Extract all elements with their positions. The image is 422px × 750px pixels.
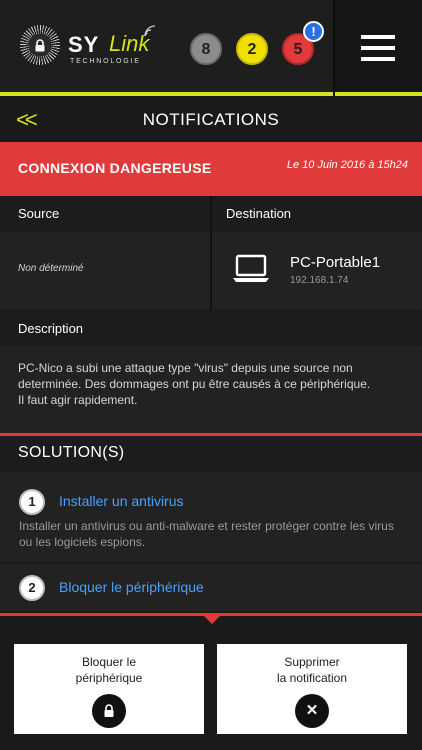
logo-emblem <box>20 25 60 65</box>
destination-ip: 192.168.1.74 <box>290 275 349 286</box>
description-line: determinée. Des dommages ont pu être cau… <box>18 377 371 391</box>
lock-icon <box>35 39 45 52</box>
menu-bar-bottom <box>361 57 395 61</box>
destination-header: Destination <box>212 196 422 232</box>
source-panel: Non déterminé <box>0 232 210 310</box>
notification-banner: CONNEXION DANGEREUSE Le 10 Juin 2016 à 1… <box>0 142 422 196</box>
menu-bar-middle <box>361 46 395 50</box>
button-label-line: Supprimer <box>284 655 340 669</box>
badge-medium-count[interactable]: 2 <box>236 33 268 65</box>
solution-description: Installer un antivirus ou anti-malware e… <box>19 519 394 549</box>
source-header: Source <box>0 196 210 232</box>
app-header: SY Link TECHNOLOGIE 8 2 5 ! <box>0 0 422 96</box>
page-title: NOTIFICATIONS <box>142 110 280 129</box>
button-label-line: la notification <box>276 671 348 685</box>
button-label-line: Bloquer le <box>81 655 137 669</box>
alert-indicator-icon: ! <box>303 21 324 42</box>
section-divider-notch <box>204 616 220 624</box>
wifi-icon <box>144 25 156 37</box>
badge-low-count[interactable]: 8 <box>190 33 222 65</box>
notification-date: Le 10 Juin 2016 à 15h24 <box>286 159 408 171</box>
solutions-header: SOLUTION(S) <box>0 436 422 470</box>
description-line: Il faut agir rapidement. <box>18 393 138 407</box>
block-device-label: Bloquer le périphérique <box>14 654 204 686</box>
lock-icon <box>92 694 126 728</box>
block-device-button[interactable]: Bloquer le périphérique <box>14 644 204 734</box>
destination-name: PC-Portable1 <box>290 254 381 271</box>
delete-notification-label: Supprimer la notification <box>217 654 407 686</box>
action-bar: Bloquer le périphérique Supprimer la not… <box>0 626 422 750</box>
description-header: Description <box>0 312 422 346</box>
sylink-logo[interactable]: SY Link TECHNOLOGIE <box>20 25 156 69</box>
menu-button[interactable] <box>361 35 395 61</box>
description-text: PC-Nico a subi une attaque type "virus" … <box>0 346 422 433</box>
delete-notification-button[interactable]: Supprimer la notification ✕ <box>217 644 407 734</box>
menu-bar-top <box>361 35 395 39</box>
solution-link-install-antivirus[interactable]: Installer un antivirus <box>59 493 184 509</box>
source-value: Non déterminé <box>18 263 84 274</box>
title-bar: << NOTIFICATIONS <box>0 96 422 142</box>
logo-subtitle: TECHNOLOGIE <box>70 58 141 65</box>
button-label-line: périphérique <box>75 671 143 685</box>
header-divider <box>333 0 335 96</box>
laptop-icon <box>233 254 269 282</box>
solution-number: 1 <box>19 489 45 515</box>
solution-link-block-device[interactable]: Bloquer le périphérique <box>59 579 204 595</box>
solution-number: 2 <box>19 575 45 601</box>
logo-text-primary: SY <box>68 32 100 57</box>
solution-item: 2 Bloquer le périphérique <box>0 564 422 612</box>
close-icon: ✕ <box>295 694 329 728</box>
description-line: PC-Nico a subi une attaque type "virus" … <box>18 361 353 375</box>
notification-type: CONNEXION DANGEREUSE <box>18 160 212 176</box>
solution-item: 1 Installer un antivirus Installer un an… <box>0 472 422 562</box>
destination-panel[interactable]: PC-Portable1 192.168.1.74 <box>212 232 422 310</box>
